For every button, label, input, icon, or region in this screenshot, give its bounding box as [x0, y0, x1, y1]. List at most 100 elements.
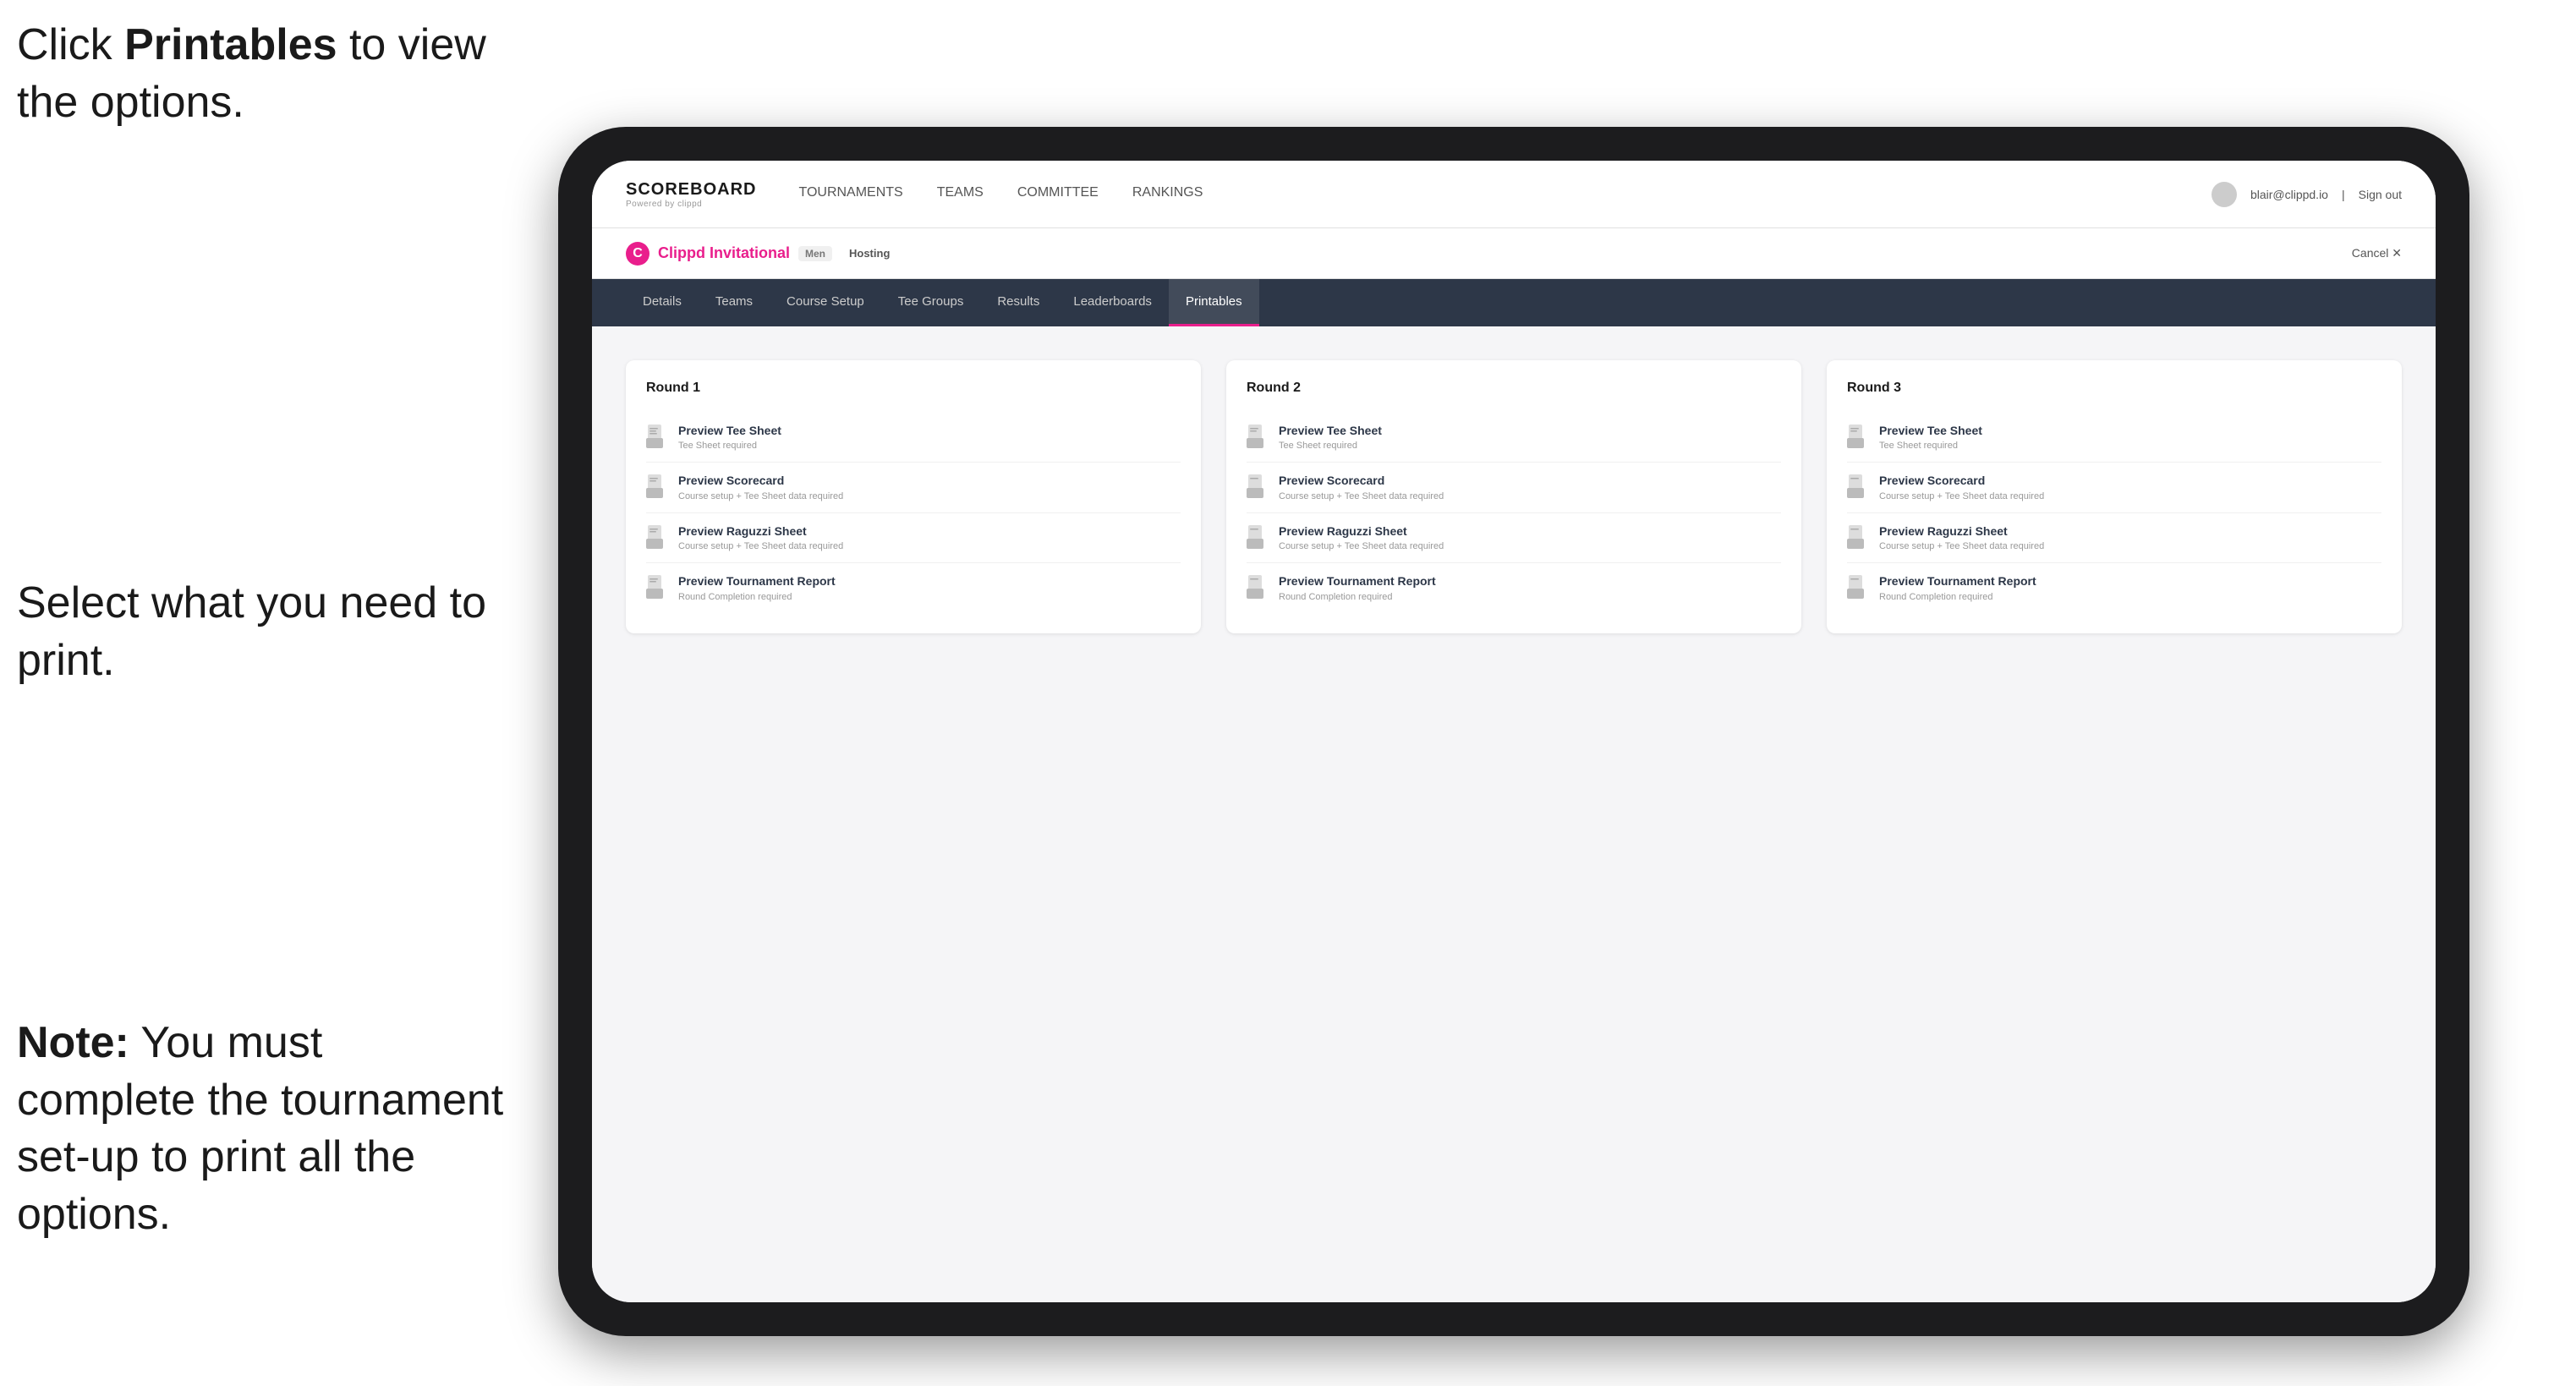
round-1-tournament-report-content: Preview Tournament Report Round Completi…: [678, 573, 836, 602]
top-nav-links: TOURNAMENTS TEAMS COMMITTEE RANKINGS: [798, 178, 2211, 210]
round-3-tournament-report-title: Preview Tournament Report: [1879, 573, 2036, 589]
round-3-scorecard[interactable]: Preview Scorecard Course setup + Tee She…: [1847, 463, 2381, 512]
round-3-section: Round 3 Preview Tee Sheet Tee Sheet requ…: [1827, 360, 2402, 633]
round-2-raguzzi-title: Preview Raguzzi Sheet: [1279, 523, 1444, 539]
round-1-raguzzi[interactable]: Preview Raguzzi Sheet Course setup + Tee…: [646, 513, 1181, 563]
round-2-tournament-report-title: Preview Tournament Report: [1279, 573, 1436, 589]
tournament-name-area: Clippd Invitational Men Hosting: [658, 244, 890, 262]
tablet-device: SCOREBOARD Powered by clippd TOURNAMENTS…: [558, 127, 2469, 1336]
round-3-raguzzi-title: Preview Raguzzi Sheet: [1879, 523, 2044, 539]
round-2-tee-sheet-title: Preview Tee Sheet: [1279, 423, 1382, 438]
cancel-button[interactable]: Cancel ✕: [2352, 246, 2402, 260]
top-nav: SCOREBOARD Powered by clippd TOURNAMENTS…: [592, 161, 2436, 228]
round-1-tournament-report-subtitle: Round Completion required: [678, 591, 836, 603]
round-1-tournament-report[interactable]: Preview Tournament Report Round Completi…: [646, 563, 1181, 612]
round-2-tee-sheet-subtitle: Tee Sheet required: [1279, 440, 1382, 452]
round-1-raguzzi-subtitle: Course setup + Tee Sheet data required: [678, 540, 843, 552]
instruction-bold-printables: Printables: [124, 20, 337, 69]
round-3-scorecard-subtitle: Course setup + Tee Sheet data required: [1879, 490, 2044, 502]
round-3-tournament-report-subtitle: Round Completion required: [1879, 591, 2036, 603]
round-2-raguzzi-subtitle: Course setup + Tee Sheet data required: [1279, 540, 1444, 552]
logo-area: SCOREBOARD Powered by clippd: [626, 180, 756, 209]
tab-tee-groups[interactable]: Tee Groups: [881, 279, 981, 326]
main-content: Round 1 Preview Tee Sheet Tee Sheet requ…: [592, 326, 2436, 1302]
round-3-tee-sheet-title: Preview Tee Sheet: [1879, 423, 1982, 438]
user-email: blair@clippd.io: [2250, 188, 2328, 201]
logo-title: SCOREBOARD: [626, 180, 756, 200]
nav-rankings[interactable]: RANKINGS: [1132, 178, 1203, 210]
tab-printables[interactable]: Printables: [1169, 279, 1259, 326]
scorecard-icon: [646, 474, 666, 498]
raguzzi-icon: [646, 525, 666, 549]
round-2-raguzzi-content: Preview Raguzzi Sheet Course setup + Tee…: [1279, 523, 1444, 552]
user-avatar: [2212, 182, 2237, 207]
rounds-grid: Round 1 Preview Tee Sheet Tee Sheet requ…: [626, 360, 2402, 633]
r3-tournament-report-icon: [1847, 575, 1867, 599]
round-2-tournament-report-content: Preview Tournament Report Round Completi…: [1279, 573, 1436, 602]
round-3-tee-sheet-subtitle: Tee Sheet required: [1879, 440, 1982, 452]
round-2-tee-sheet[interactable]: Preview Tee Sheet Tee Sheet required: [1247, 413, 1781, 463]
tab-teams[interactable]: Teams: [699, 279, 770, 326]
round-1-tee-sheet-content: Preview Tee Sheet Tee Sheet required: [678, 423, 781, 452]
round-2-scorecard-subtitle: Course setup + Tee Sheet data required: [1279, 490, 1444, 502]
round-2-scorecard-content: Preview Scorecard Course setup + Tee She…: [1279, 473, 1444, 501]
tab-details[interactable]: Details: [626, 279, 699, 326]
tab-results[interactable]: Results: [980, 279, 1056, 326]
instruction-bottom: Note: You must complete the tournament s…: [17, 1015, 507, 1243]
tablet-screen: SCOREBOARD Powered by clippd TOURNAMENTS…: [592, 161, 2436, 1302]
r2-raguzzi-icon: [1247, 525, 1267, 549]
round-2-scorecard-title: Preview Scorecard: [1279, 473, 1444, 488]
top-nav-right: blair@clippd.io | Sign out: [2212, 182, 2402, 207]
r2-scorecard-icon: [1247, 474, 1267, 498]
round-3-tournament-report[interactable]: Preview Tournament Report Round Completi…: [1847, 563, 2381, 612]
round-2-title: Round 2: [1247, 381, 1781, 396]
r3-raguzzi-icon: [1847, 525, 1867, 549]
tab-leaderboards[interactable]: Leaderboards: [1056, 279, 1169, 326]
nav-teams[interactable]: TEAMS: [937, 178, 984, 210]
round-2-tournament-report-subtitle: Round Completion required: [1279, 591, 1436, 603]
instruction-top: Click Printables to view the options.: [17, 17, 507, 131]
round-3-tee-sheet-content: Preview Tee Sheet Tee Sheet required: [1879, 423, 1982, 452]
round-1-tee-sheet-title: Preview Tee Sheet: [678, 423, 781, 438]
logo-sub: Powered by clippd: [626, 200, 756, 209]
round-2-raguzzi[interactable]: Preview Raguzzi Sheet Course setup + Tee…: [1247, 513, 1781, 563]
tee-sheet-icon: [646, 425, 666, 448]
r2-tee-sheet-icon: [1247, 425, 1267, 448]
nav-committee[interactable]: COMMITTEE: [1017, 178, 1099, 210]
tournament-name: Clippd Invitational: [658, 244, 790, 262]
round-1-title: Round 1: [646, 381, 1181, 396]
round-3-scorecard-content: Preview Scorecard Course setup + Tee She…: [1879, 473, 2044, 501]
round-1-scorecard-content: Preview Scorecard Course setup + Tee She…: [678, 473, 843, 501]
round-3-scorecard-title: Preview Scorecard: [1879, 473, 2044, 488]
round-3-raguzzi[interactable]: Preview Raguzzi Sheet Course setup + Tee…: [1847, 513, 2381, 563]
round-3-raguzzi-subtitle: Course setup + Tee Sheet data required: [1879, 540, 2044, 552]
round-3-raguzzi-content: Preview Raguzzi Sheet Course setup + Tee…: [1879, 523, 2044, 552]
round-3-tournament-report-content: Preview Tournament Report Round Completi…: [1879, 573, 2036, 602]
round-2-tournament-report[interactable]: Preview Tournament Report Round Completi…: [1247, 563, 1781, 612]
round-1-scorecard-title: Preview Scorecard: [678, 473, 843, 488]
tournament-report-icon: [646, 575, 666, 599]
round-1-tournament-report-title: Preview Tournament Report: [678, 573, 836, 589]
round-3-title: Round 3: [1847, 381, 2381, 396]
round-2-tee-sheet-content: Preview Tee Sheet Tee Sheet required: [1279, 423, 1382, 452]
round-1-scorecard[interactable]: Preview Scorecard Course setup + Tee She…: [646, 463, 1181, 512]
c-logo: C: [626, 242, 649, 266]
round-1-scorecard-subtitle: Course setup + Tee Sheet data required: [678, 490, 843, 502]
round-1-tee-sheet[interactable]: Preview Tee Sheet Tee Sheet required: [646, 413, 1181, 463]
tab-bar: Details Teams Course Setup Tee Groups Re…: [592, 279, 2436, 326]
sub-nav: C Clippd Invitational Men Hosting Cancel…: [592, 228, 2436, 279]
tab-course-setup[interactable]: Course Setup: [770, 279, 881, 326]
round-1-section: Round 1 Preview Tee Sheet Tee Sheet requ…: [626, 360, 1201, 633]
round-2-scorecard[interactable]: Preview Scorecard Course setup + Tee She…: [1247, 463, 1781, 512]
sign-out-link[interactable]: Sign out: [2359, 188, 2402, 201]
nav-tournaments[interactable]: TOURNAMENTS: [798, 178, 902, 210]
tournament-badge: Men: [798, 246, 832, 261]
round-1-raguzzi-title: Preview Raguzzi Sheet: [678, 523, 843, 539]
r2-tournament-report-icon: [1247, 575, 1267, 599]
instruction-middle: Select what you need to print.: [17, 575, 507, 689]
separator: |: [2342, 188, 2345, 201]
r3-scorecard-icon: [1847, 474, 1867, 498]
r3-tee-sheet-icon: [1847, 425, 1867, 448]
round-1-raguzzi-content: Preview Raguzzi Sheet Course setup + Tee…: [678, 523, 843, 552]
round-3-tee-sheet[interactable]: Preview Tee Sheet Tee Sheet required: [1847, 413, 2381, 463]
